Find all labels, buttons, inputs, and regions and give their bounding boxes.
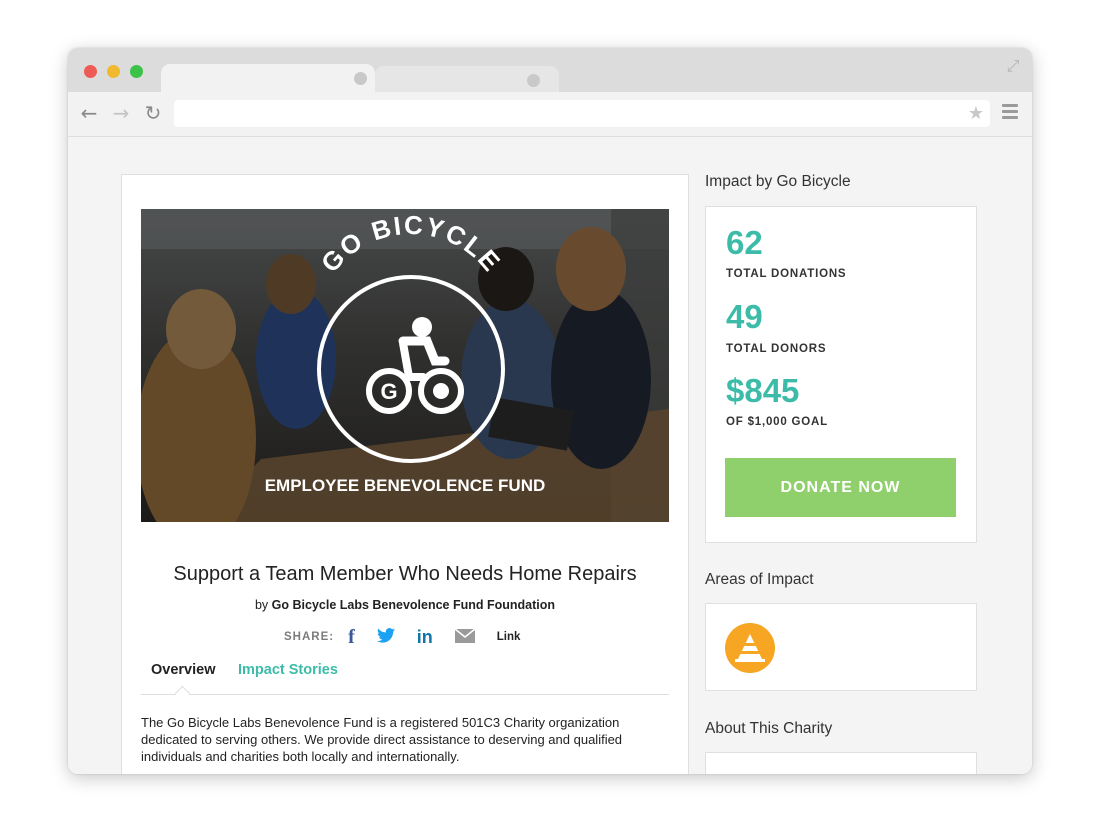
hero-image: GO BICYCLE G EMPLOYEE BENEVOLENCE FUND [141,209,669,522]
share-label: SHARE: [284,631,335,643]
cone-icon[interactable] [725,623,775,673]
campaign-card: GO BICYCLE G EMPLOYEE BENEVOLENCE FUND S… [121,174,689,774]
tab-impact-stories[interactable]: Impact Stories [238,662,338,678]
expand-icon[interactable]: ⤢ [1004,58,1022,76]
organizer-name[interactable]: Go Bicycle Labs Benevolence Fund Foundat… [272,598,555,612]
about-charity-box [705,752,977,774]
share-link[interactable]: Link [497,631,521,643]
active-tab-indicator [174,685,191,702]
tab-overview[interactable]: Overview [151,662,216,678]
linkedin-icon[interactable]: in [417,627,433,647]
about-charity-heading: About This Charity [705,720,833,737]
reload-icon[interactable]: ↻ [142,102,164,124]
total-donors-label: TOTAL DONORS [726,343,827,355]
browser-window: ⤢ ← → ↻ ★ GO BICYCLE G EMPLOYEE BENEVOLE… [68,48,1032,774]
close-window-button[interactable] [84,65,97,78]
svg-text:G: G [380,379,397,404]
hero-caption: EMPLOYEE BENEVOLENCE FUND [265,476,546,495]
tab-bar: ⤢ [68,48,1032,96]
areas-of-impact-heading: Areas of Impact [705,571,814,588]
campaign-description: The Go Bicycle Labs Benevolence Fund is … [141,715,623,764]
total-donors-value: 49 [726,298,763,335]
campaign-byline: by Go Bicycle Labs Benevolence Fund Foun… [122,598,688,612]
byline-prefix: by [254,598,269,612]
menu-icon[interactable] [1002,104,1018,122]
forward-arrow-icon[interactable]: → [110,102,132,124]
zoom-window-button[interactable] [130,65,143,78]
address-bar[interactable]: ★ [174,100,990,127]
total-donations-value: 62 [726,224,763,261]
goal-label: OF $1,000 GOAL [726,416,828,428]
page-content: GO BICYCLE G EMPLOYEE BENEVOLENCE FUND S… [68,137,1032,774]
hero-photo-graphic: GO BICYCLE G EMPLOYEE BENEVOLENCE FUND [141,209,669,522]
impact-box: 62 TOTAL DONATIONS 49 TOTAL DONORS $845 … [705,206,977,543]
tab-favicon-icon [354,72,367,85]
tab-favicon-icon [527,74,540,87]
back-arrow-icon[interactable]: ← [78,102,100,124]
campaign-title: Support a Team Member Who Needs Home Rep… [173,563,637,585]
twitter-icon[interactable] [376,627,395,647]
campaign-tabs: Overview Impact Stories [141,662,669,702]
facebook-icon[interactable]: f [348,627,355,647]
browser-tab-active[interactable] [161,64,375,94]
share-bar: SHARE: f in Link [284,627,520,647]
total-donations-label: TOTAL DONATIONS [726,268,847,280]
browser-toolbar: ← → ↻ ★ [68,92,1032,137]
impact-heading: Impact by Go Bicycle [705,173,851,190]
star-icon[interactable]: ★ [968,103,984,124]
amount-raised-value: $845 [726,372,800,409]
areas-of-impact-box [705,603,977,691]
email-icon[interactable] [454,627,476,647]
minimize-window-button[interactable] [107,65,120,78]
donate-now-button[interactable]: DONATE NOW [725,458,956,517]
